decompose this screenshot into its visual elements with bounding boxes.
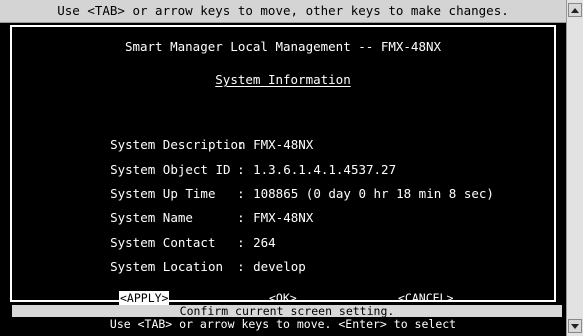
field-label: System Location xyxy=(110,259,223,274)
header-title: Smart Manager Local Management -- FMX-48… xyxy=(124,39,442,54)
field-separator: : xyxy=(237,259,245,274)
button-row: <APPLY> <OK> <CANCEL> xyxy=(0,291,566,305)
scroll-up-arrow-icon[interactable] xyxy=(568,3,582,17)
system-location-input[interactable]: develop xyxy=(253,259,306,274)
section-title: System Information xyxy=(0,72,566,87)
apply-button[interactable]: <APPLY> xyxy=(119,291,170,305)
terminal-screen: Smart Manager Local Management -- FMX-48… xyxy=(0,23,566,336)
ok-button[interactable]: <OK> xyxy=(268,291,298,305)
cancel-button[interactable]: <CANCEL> xyxy=(397,291,454,305)
scroll-down-arrow-icon[interactable] xyxy=(568,319,582,333)
section-title-text: System Information xyxy=(215,72,351,87)
top-hint-bar: Use <TAB> or arrow keys to move, other k… xyxy=(0,0,566,23)
bottom-hint: Use <TAB> or arrow keys to move. <Enter>… xyxy=(109,317,457,331)
status-message: Confirm current screen setting. xyxy=(12,305,562,317)
field-system-location[interactable]: System Location: develop xyxy=(80,244,306,289)
vertical-scrollbar[interactable] xyxy=(566,0,583,336)
